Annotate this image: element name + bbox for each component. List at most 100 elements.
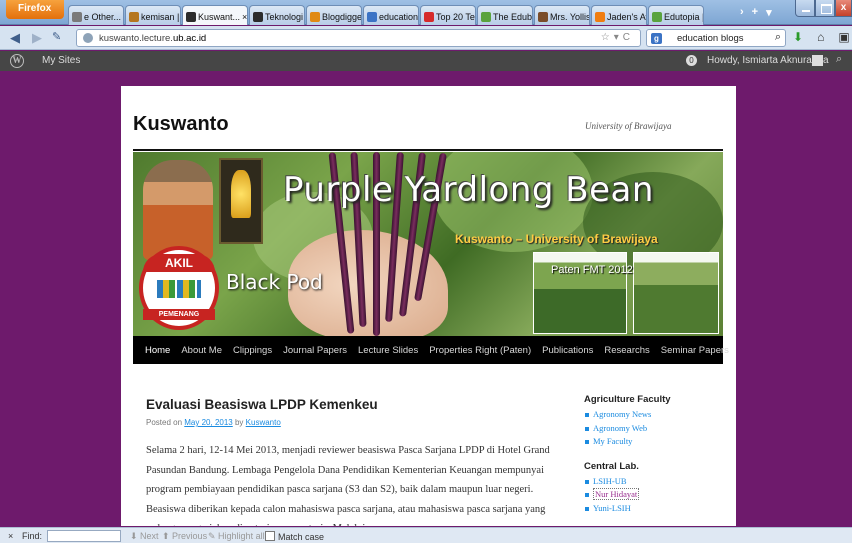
menu-item[interactable]: Publications [542, 345, 593, 356]
tab-favicon-icon [367, 12, 377, 22]
search-engine-icon[interactable]: g [651, 33, 662, 44]
menu-item[interactable]: Clippings [233, 345, 272, 356]
tab-close-icon[interactable]: × [242, 12, 247, 22]
tab-item[interactable]: Teknologi I... [249, 5, 305, 25]
close-window-button[interactable]: x [835, 0, 852, 17]
posted-on-label: Posted on [146, 418, 183, 427]
maximize-button[interactable] [815, 0, 835, 17]
wordpress-logo-icon[interactable]: W [10, 54, 24, 68]
new-tab-button[interactable]: + [752, 6, 758, 19]
tab-item[interactable]: Kuswant... × [182, 5, 248, 25]
sidebar-link[interactable]: Agronomy News [584, 408, 724, 422]
tab-overflow-button[interactable]: › [740, 6, 744, 19]
tab-item[interactable]: Jaden's Awe... [591, 5, 647, 25]
find-previous-button[interactable]: ⬆ Previous [162, 531, 207, 542]
post-title[interactable]: Evaluasi Beasiswa LPDP Kemenkeu [146, 397, 378, 412]
back-button[interactable]: ◀ [10, 30, 20, 46]
url-host: kuswanto.lecture. [99, 33, 173, 44]
tab-favicon-icon [72, 12, 82, 22]
sidebar-link[interactable]: My Faculty [584, 435, 724, 449]
tab-item[interactable]: The Edublo... [477, 5, 533, 25]
my-sites-link[interactable]: My Sites [42, 55, 80, 66]
post-meta: Posted on May 20, 2013 by Kuswanto [146, 418, 281, 427]
search-input[interactable]: education blogs [677, 33, 744, 44]
tab-favicon-icon [481, 12, 491, 22]
sidebar-link-label: Agronomy Web [593, 422, 648, 433]
tab-item[interactable]: Edutopia | ... [648, 5, 704, 25]
header-banner-image[interactable]: AKIL PEMENANG Purple Yardlong Bean Kuswa… [133, 152, 723, 336]
find-label: Find: [22, 531, 43, 541]
sidebar-link-label: LSIH-UB [593, 475, 627, 486]
site-title[interactable]: Kuswanto [133, 113, 229, 136]
widget-title: Agriculture Faculty [584, 394, 671, 405]
tab-item[interactable]: e Other... [68, 5, 124, 25]
search-icon[interactable]: ⌕ [775, 31, 781, 44]
tab-strip: e Other... kemisan | k...Kuswant...×Tekno… [68, 5, 705, 25]
tab-controls: › + ▾ [740, 6, 772, 19]
post-body: Selama 2 hari, 12-14 Mei 2013, menjadi r… [146, 445, 550, 526]
sidebar-link[interactable]: LSIH-UB [584, 475, 724, 489]
tab-item[interactable]: Blogdigger :... [306, 5, 362, 25]
sidebar-link[interactable]: Yuni-LSIH [584, 502, 724, 516]
tab-favicon-icon [538, 12, 548, 22]
badge-logos [157, 280, 201, 298]
admin-search-icon[interactable]: ⌕ [836, 53, 842, 66]
header-divider [133, 149, 723, 151]
menu-item[interactable]: Journal Papers [283, 345, 347, 356]
banner-trophy [219, 158, 263, 244]
find-input[interactable] [47, 530, 121, 542]
sidebar-widget: Central Lab. LSIH-UB Nur Hidayat Yuni-LSIH [584, 461, 724, 516]
search-bar[interactable]: g education blogs ⌕ [646, 29, 786, 47]
tab-label: The Edublo... [493, 12, 533, 22]
tab-favicon-icon [652, 12, 662, 22]
highlight-all-label: Highlight all [218, 531, 265, 541]
find-next-button[interactable]: ⬇ Next [130, 531, 159, 542]
addon-icon[interactable]: ✎ [52, 30, 61, 43]
sidebar-icon[interactable]: ▣ [838, 30, 849, 44]
avatar[interactable] [812, 55, 823, 66]
tab-label: kemisan | k... [141, 12, 180, 22]
sidebar-link[interactable]: Agronomy Web [584, 422, 724, 436]
page-content: Kuswanto University of Brawijaya AKIL PE… [121, 86, 736, 526]
banner-person [143, 160, 213, 260]
sidebar-link-label: Yuni-LSIH [593, 502, 631, 513]
bookmark-star-icon[interactable]: ☆▾C [601, 32, 634, 43]
menu-item[interactable]: Lecture Slides [358, 345, 418, 356]
post-author-link[interactable]: Kuswanto [246, 418, 281, 427]
sidebar-link[interactable]: Nur Hidayat [584, 488, 724, 502]
match-case-label: Match case [278, 532, 325, 542]
site-identity-icon[interactable] [83, 33, 93, 43]
menu-item[interactable]: Properties Right (Paten) [429, 345, 531, 356]
menu-item[interactable]: Home [145, 345, 170, 356]
menu-item[interactable]: Researchs [604, 345, 649, 356]
tab-item[interactable]: Mrs. Yollis' ... [534, 5, 590, 25]
match-case-checkbox[interactable]: Match case [265, 531, 324, 542]
tab-favicon-icon [310, 12, 320, 22]
tab-favicon-icon [129, 12, 139, 22]
url-bar[interactable]: kuswanto.lecture.ub.ac.id ☆▾C [76, 29, 641, 47]
widget-title: Central Lab. [584, 460, 639, 472]
award-badge: AKIL PEMENANG [139, 246, 219, 330]
tab-label: Mrs. Yollis' ... [550, 12, 590, 22]
banner-title: Purple Yardlong Bean [283, 170, 654, 210]
minimize-button[interactable] [795, 0, 815, 17]
post-date-link[interactable]: May 20, 2013 [184, 418, 232, 427]
user-greeting[interactable]: Howdy, Ismiarta Aknuranda [707, 55, 829, 66]
tab-item[interactable]: education b... [363, 5, 419, 25]
home-icon[interactable]: ⌂ [817, 30, 824, 44]
tab-item[interactable]: kemisan | k... [125, 5, 181, 25]
menu-item[interactable]: Seminar Papers [661, 345, 729, 356]
menu-item[interactable]: About Me [181, 345, 222, 356]
highlight-all-button[interactable]: ✎ Highlight all [208, 531, 265, 542]
firefox-menu-button[interactable]: Firefox [6, 0, 64, 19]
banner-paten-label: Paten FMT 2012 [551, 264, 633, 276]
download-icon[interactable]: ⬇ [793, 30, 803, 44]
tab-item[interactable]: Top 20 Teac... [420, 5, 476, 25]
sidebar: Agriculture Faculty Agronomy News Agronomy… [584, 394, 724, 526]
find-close-icon[interactable]: × [8, 531, 13, 541]
widget-link-list: LSIH-UB Nur Hidayat Yuni-LSIH [584, 475, 724, 516]
forward-button[interactable]: ▶ [32, 30, 42, 46]
sidebar-link-label: Nur Hidayat [593, 488, 640, 500]
tab-list-button[interactable]: ▾ [766, 6, 772, 19]
notification-count[interactable]: 0 [686, 55, 697, 66]
